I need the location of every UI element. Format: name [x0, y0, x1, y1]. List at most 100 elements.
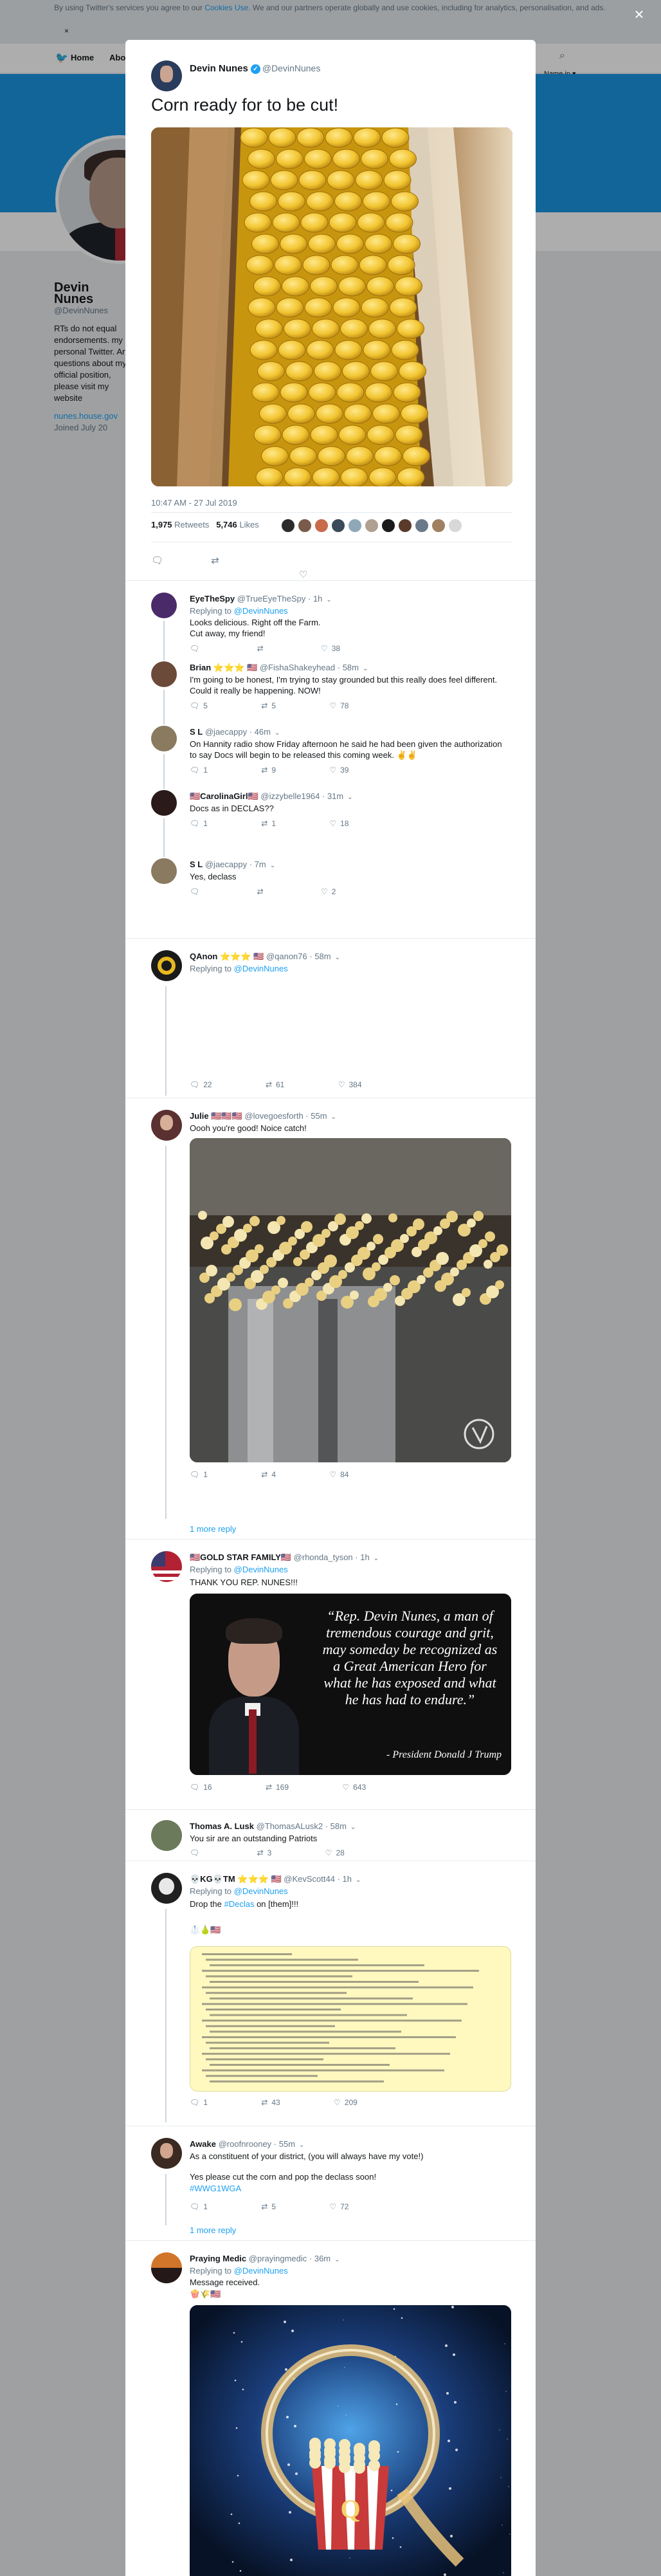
- reply-icon[interactable]: 🗨 5: [190, 701, 233, 710]
- like-icon[interactable]: ♡ 78: [329, 701, 374, 710]
- reply-name[interactable]: EyeTheSpy: [190, 594, 235, 603]
- reply-time[interactable]: 7m: [255, 860, 266, 869]
- chevron-down-icon[interactable]: ⌄: [347, 794, 352, 801]
- like-icon[interactable]: ♡ 38: [321, 644, 366, 653]
- qanon-handle[interactable]: @qanon76: [266, 952, 307, 961]
- reply-icon[interactable]: 🗨 1: [190, 2202, 233, 2211]
- replying-to-link[interactable]: @DevinNunes: [234, 1886, 288, 1896]
- tweet-gold-star-family[interactable]: 🇺🇸GOLD STAR FAMILY🇺🇸 @rhonda_tyson · 1h ⌄…: [125, 1539, 536, 1809]
- likes-count[interactable]: 5,746: [216, 520, 237, 529]
- main-tweet-avatar[interactable]: [151, 60, 182, 91]
- reply-handle[interactable]: @izzybelle1964: [260, 791, 320, 801]
- reply-tweet[interactable]: EyeTheSpy @TrueEyeTheSpy · 1h ⌄ Replying t…: [125, 580, 536, 661]
- lusk-avatar[interactable]: [151, 1820, 182, 1851]
- retweet-icon[interactable]: ⇄ 9: [261, 766, 302, 775]
- chevron-down-icon[interactable]: ⌄: [334, 2256, 340, 2263]
- awake-handle[interactable]: @roofnrooney: [219, 2139, 272, 2149]
- wwg1wga-hashtag[interactable]: #WWG1WGA: [190, 2183, 511, 2194]
- reply-icon[interactable]: 🗨 1: [190, 1470, 233, 1479]
- main-tweet-author[interactable]: Devin Nunes ✓ @DevinNunes: [190, 63, 320, 74]
- chevron-down-icon[interactable]: ⌄: [275, 730, 280, 737]
- lusk-time[interactable]: 58m: [330, 1821, 347, 1831]
- reply-avatar[interactable]: [151, 790, 177, 816]
- like-icon[interactable]: ♡ 28: [325, 1848, 370, 1857]
- reply-time[interactable]: 46m: [255, 727, 271, 737]
- main-tweet-timestamp[interactable]: 10:47 AM - 27 Jul 2019: [151, 498, 237, 508]
- retweet-icon[interactable]: ⇄ 43: [261, 2098, 305, 2107]
- goldstar-avatar[interactable]: [151, 1551, 182, 1582]
- like-icon[interactable]: ♡ 39: [329, 766, 374, 775]
- tweet-praying-medic[interactable]: Praying Medic @prayingmedic · 36m ⌄ Reply…: [125, 2240, 536, 2576]
- reply-icon[interactable]: 🗨 1: [190, 819, 233, 828]
- chevron-down-icon[interactable]: ⌄: [270, 862, 275, 869]
- kg-handle[interactable]: @KevScott44: [284, 1874, 335, 1884]
- corn-photo[interactable]: [151, 127, 512, 486]
- q-popcorn-art-image[interactable]: Q: [190, 2305, 511, 2576]
- replying-to-link[interactable]: @DevinNunes: [234, 2266, 288, 2276]
- replying-to-link[interactable]: @DevinNunes: [234, 606, 288, 616]
- like-icon[interactable]: ♡ 643: [342, 1783, 392, 1792]
- retweet-icon[interactable]: ⇄ 5: [261, 701, 302, 710]
- retweet-icon[interactable]: ⇄ 169: [266, 1783, 314, 1792]
- reply-name[interactable]: 🇺🇸CarolinaGirl🇺🇸: [190, 791, 258, 801]
- reply-handle[interactable]: @jaecappy: [205, 860, 247, 869]
- like-icon[interactable]: ♡ 209: [334, 2098, 383, 2107]
- liker-avatar[interactable]: [365, 519, 379, 533]
- modal-close-icon[interactable]: ×: [631, 6, 647, 23]
- reply-icon[interactable]: 🗨: [190, 887, 229, 896]
- retweet-icon[interactable]: ⇄: [211, 555, 219, 566]
- retweet-icon[interactable]: ⇄: [257, 644, 293, 653]
- goldstar-name[interactable]: 🇺🇸GOLD STAR FAMILY🇺🇸: [190, 1552, 291, 1562]
- reply-name[interactable]: S L: [190, 860, 203, 869]
- medic-time[interactable]: 36m: [314, 2254, 330, 2263]
- reply-handle[interactable]: @TrueEyeTheSpy: [237, 594, 306, 603]
- chevron-down-icon[interactable]: ⌄: [363, 665, 368, 672]
- kg-avatar[interactable]: [151, 1873, 182, 1904]
- liker-avatar[interactable]: [298, 519, 312, 533]
- reply-avatar[interactable]: [151, 726, 177, 751]
- reply-icon[interactable]: 🗨: [190, 1848, 229, 1857]
- julie-handle[interactable]: @lovegoesforth: [244, 1111, 303, 1121]
- more-reply-link[interactable]: 1 more reply: [190, 2225, 236, 2235]
- reply-icon[interactable]: 🗨 16: [190, 1783, 238, 1792]
- main-tweet-name[interactable]: Devin Nunes: [190, 63, 248, 74]
- reply-name[interactable]: S L: [190, 727, 203, 737]
- declas-hashtag[interactable]: #Declas: [224, 1899, 254, 1909]
- tweet-julie[interactable]: Julie 🇺🇸🇺🇸🇺🇸 @lovegoesforth · 55m ⌄ Oooh …: [125, 1098, 536, 1539]
- reply-icon[interactable]: 🗨 1: [190, 2098, 233, 2107]
- like-icon[interactable]: ♡ 72: [329, 2202, 374, 2211]
- like-icon[interactable]: ♡: [299, 569, 307, 580]
- chevron-down-icon[interactable]: ⌄: [350, 1824, 356, 1831]
- awake-avatar[interactable]: [151, 2138, 182, 2169]
- replying-to-link[interactable]: @DevinNunes: [234, 1565, 288, 1574]
- more-reply-link[interactable]: 1 more reply: [190, 1524, 236, 1534]
- liker-avatar[interactable]: [281, 519, 295, 533]
- kg-name[interactable]: 💀KG💀TM: [190, 1874, 235, 1884]
- medic-name[interactable]: Praying Medic: [190, 2254, 246, 2263]
- chevron-down-icon[interactable]: ⌄: [326, 596, 331, 603]
- like-icon[interactable]: ♡ 384: [338, 1080, 388, 1089]
- chevron-down-icon[interactable]: ⌄: [356, 1877, 361, 1884]
- retweet-icon[interactable]: ⇄ 61: [266, 1080, 310, 1089]
- reply-tweet[interactable]: S L @jaecappy · 7m ⌄ Yes, declass 🗨 ⇄ ♡ 2: [125, 854, 536, 938]
- trump-quote-image[interactable]: “Rep. Devin Nunes, a man of tremendous c…: [190, 1594, 511, 1775]
- julie-avatar[interactable]: [151, 1110, 182, 1141]
- reply-name[interactable]: Brian: [190, 663, 211, 672]
- kg-time[interactable]: 1h: [343, 1874, 352, 1884]
- goldstar-handle[interactable]: @rhonda_tyson: [294, 1552, 353, 1562]
- liker-avatar[interactable]: [415, 519, 429, 533]
- tweet-thomas-lusk[interactable]: Thomas A. Lusk @ThomasALusk2 · 58m ⌄ You …: [125, 1809, 536, 1861]
- like-icon[interactable]: ♡ 18: [329, 819, 374, 828]
- reply-time[interactable]: 1h: [313, 594, 322, 603]
- retweet-icon[interactable]: ⇄ 1: [261, 819, 302, 828]
- lusk-handle[interactable]: @ThomasALusk2: [257, 1821, 323, 1831]
- reply-handle[interactable]: @FishaShakeyhead: [260, 663, 335, 672]
- like-icon[interactable]: ♡ 2: [321, 887, 361, 896]
- chevron-down-icon[interactable]: ⌄: [374, 1555, 379, 1562]
- reply-handle[interactable]: @jaecappy: [205, 727, 247, 737]
- likes-label[interactable]: Likes: [239, 520, 258, 529]
- lusk-name[interactable]: Thomas A. Lusk: [190, 1821, 254, 1831]
- julie-time[interactable]: 55m: [311, 1111, 327, 1121]
- chevron-down-icon[interactable]: ⌄: [331, 1114, 336, 1121]
- liker-avatar[interactable]: [331, 519, 345, 533]
